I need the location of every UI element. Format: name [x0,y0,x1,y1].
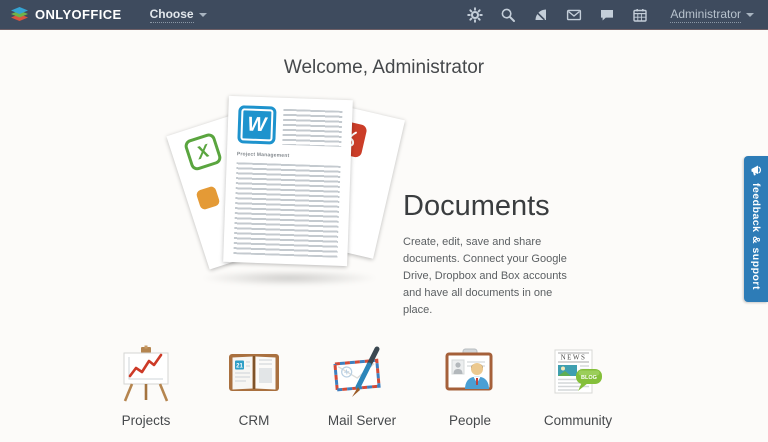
projects-easel-icon [116,345,176,403]
module-mail-server[interactable]: Mail Server [319,345,405,428]
choose-label: Choose [149,6,194,23]
doc-preview-heading: Project Management [236,151,290,160]
word-document-page: W Project Management [223,95,353,267]
documents-text-block: Documents Create, edit, save and share d… [403,94,582,319]
placeholder-text-lines [282,108,343,147]
user-label: Administrator [670,6,741,23]
documents-hero: X W Project Management Documents Create,… [166,94,582,319]
navbar-icon-group [465,5,650,25]
mail-envelope-pen-icon [332,345,392,403]
modules-row: Projects 21 CRM Mail Server People NEWS … [0,345,746,428]
excel-letter: X [194,140,212,163]
top-navbar: ONLYOFFICE Choose Administrator [0,0,768,30]
calendar-icon[interactable] [630,5,650,25]
module-projects[interactable]: Projects [103,345,189,428]
user-dropdown[interactable]: Administrator [670,7,754,23]
talk-icon[interactable] [597,5,617,25]
mail-icon[interactable] [564,5,584,25]
settings-gear-icon[interactable] [465,5,485,25]
megaphone-icon [751,165,761,176]
feed-icon[interactable] [531,5,551,25]
blog-text: BLOG [581,375,597,381]
module-label: Mail Server [327,413,397,429]
module-label: Projects [121,413,171,429]
module-label: CRM [238,413,270,429]
chevron-down-icon [746,12,754,17]
module-crm[interactable]: 21 CRM [211,345,297,428]
module-label: Community [543,413,613,429]
logo-text: ONLYOFFICE [35,7,122,22]
placeholder-text-lines [233,162,341,258]
choose-dropdown[interactable]: Choose [149,6,207,23]
crm-book-icon: 21 [224,345,284,403]
module-label: People [448,413,492,429]
news-text: NEWS [561,354,587,362]
chevron-down-icon [198,12,207,17]
module-community[interactable]: NEWS BLOG Community [535,345,621,428]
community-news-blog-icon: NEWS BLOG [548,345,608,403]
module-people[interactable]: People [427,345,513,428]
crm-date-text: 21 [236,364,243,370]
search-icon[interactable] [498,5,518,25]
people-badge-icon [440,345,500,403]
onlyoffice-logo[interactable]: ONLYOFFICE [10,6,122,23]
documents-description: Create, edit, save and share documents. … [403,236,567,317]
welcome-heading: Welcome, Administrator [283,57,485,78]
documents-preview-image[interactable]: X W Project Management [166,94,405,294]
documents-title-link[interactable]: Documents [403,190,582,223]
collage-shadow [200,270,379,286]
feedback-support-tab[interactable]: feedback & support [744,156,768,303]
word-letter: W [247,113,267,136]
onlyoffice-layers-icon [11,7,28,21]
excel-icon: X [182,131,224,173]
word-icon: W [237,105,277,145]
feedback-tab-label: feedback & support [750,183,762,291]
